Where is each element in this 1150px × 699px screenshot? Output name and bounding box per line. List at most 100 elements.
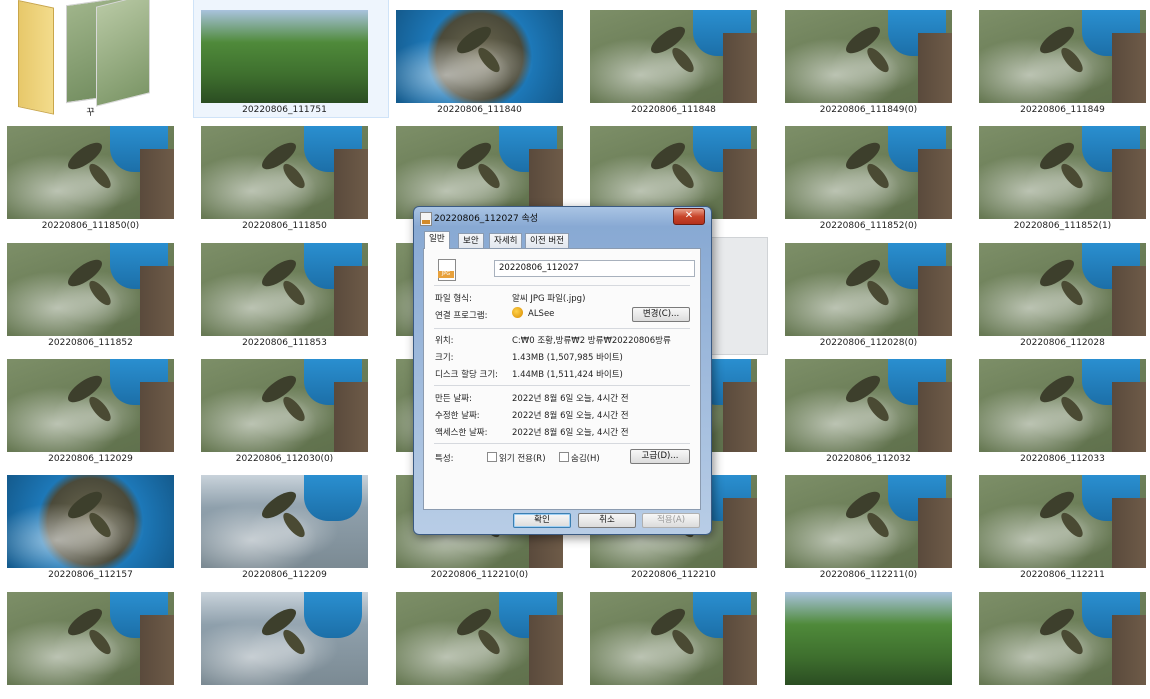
file-item[interactable]	[583, 582, 777, 699]
background-window-edge	[707, 237, 768, 355]
file-name-label: 20220806_112211(0)	[819, 570, 918, 580]
close-button[interactable]: ✕	[673, 208, 705, 225]
file-name-label: 20220806_112210	[631, 570, 716, 580]
hidden-checkbox[interactable]	[559, 452, 569, 462]
file-item[interactable]: 20220806_111853	[194, 233, 388, 350]
tab-details[interactable]: 자세히	[489, 233, 523, 248]
file-name-label: 20220806_111852(0)	[819, 221, 918, 231]
photo-thumbnail	[7, 475, 174, 568]
dialog-titlebar[interactable]: 20220806_112027 속성 ✕	[414, 207, 711, 229]
size-value: 1.43MB (1,507,985 바이트)	[512, 353, 623, 363]
file-item[interactable]: 20220806_111850(0)	[0, 116, 194, 233]
accessed-value: 2022년 8월 6일 오늘, 4시간 전	[512, 428, 629, 438]
file-name-label: 20220806_112209	[242, 570, 327, 580]
file-item[interactable]: 20220806_112030(0)	[194, 349, 388, 466]
photo-thumbnail	[979, 592, 1146, 685]
file-item[interactable]: 20220806_111751	[193, 0, 389, 118]
file-item[interactable]: 20220806_111840	[389, 0, 583, 117]
file-item[interactable]: 20220806_111848	[583, 0, 777, 117]
file-item[interactable]: 20220806_111852(1)	[972, 116, 1150, 233]
photo-thumbnail	[785, 10, 952, 103]
attributes-label: 특성:	[435, 454, 454, 464]
divider	[434, 285, 690, 286]
file-name-label: 20220806_111853	[242, 338, 327, 348]
file-item[interactable]: 20220806_111850	[194, 116, 388, 233]
file-name-label: 20220806_112211	[1020, 570, 1105, 580]
tab-security[interactable]: 보안	[458, 233, 484, 248]
photo-thumbnail	[7, 359, 174, 452]
file-name-label: 20220806_111849	[1020, 105, 1105, 115]
jpg-file-icon: JPG	[438, 259, 456, 281]
hidden-label: 숨김(H)	[571, 454, 600, 464]
photo-thumbnail	[396, 592, 563, 685]
photo-thumbnail	[785, 243, 952, 336]
type-value: 알씨 JPG 파일(.jpg)	[512, 294, 586, 304]
file-item[interactable]	[0, 582, 194, 699]
opens-with-label: 연결 프로그램:	[435, 311, 488, 321]
cancel-button[interactable]: 취소	[578, 513, 636, 528]
readonly-checkbox[interactable]	[487, 452, 497, 462]
photo-thumbnail	[201, 10, 368, 103]
change-button[interactable]: 변경(C)...	[632, 307, 690, 322]
created-label: 만든 날짜:	[435, 394, 472, 404]
photo-thumbnail	[979, 10, 1146, 103]
properties-dialog: 20220806_112027 속성 ✕ 일반 보안 자세히 이전 버전 JPG…	[413, 206, 712, 535]
location-label: 위치:	[435, 336, 454, 346]
file-item[interactable]: 20220806_112211	[972, 465, 1150, 582]
modified-value: 2022년 8월 6일 오늘, 4시간 전	[512, 411, 629, 421]
file-name-label: 20220806_111849(0)	[819, 105, 918, 115]
file-item[interactable]: 20220806_112028	[972, 233, 1150, 350]
photo-thumbnail	[979, 359, 1146, 452]
file-item[interactable]: 20220806_111852	[0, 233, 194, 350]
file-name-label: 20220806_112032	[826, 454, 911, 464]
file-item[interactable]: 20220806_112211(0)	[778, 465, 972, 582]
file-name-label: 20220806_111850(0)	[41, 221, 140, 231]
tab-general[interactable]: 일반	[424, 231, 450, 249]
accessed-label: 액세스한 날짜:	[435, 428, 488, 438]
file-name-label: 20220806_111751	[242, 105, 327, 115]
ok-button[interactable]: 확인	[513, 513, 571, 528]
file-name-field[interactable]	[494, 260, 695, 277]
file-item[interactable]: 20220806_112028(0)	[778, 233, 972, 350]
disk-size-label: 디스크 할당 크기:	[435, 370, 499, 380]
file-item[interactable]: 20220806_112157	[0, 465, 194, 582]
file-item[interactable]	[778, 582, 972, 699]
file-name-label: 20220806_112030(0)	[235, 454, 334, 464]
divider	[434, 385, 690, 386]
photo-thumbnail	[201, 243, 368, 336]
advanced-button[interactable]: 고급(D)...	[630, 449, 690, 464]
photo-thumbnail	[7, 126, 174, 219]
photo-thumbnail	[590, 592, 757, 685]
photo-thumbnail	[396, 10, 563, 103]
file-item[interactable]: 20220806_112033	[972, 349, 1150, 466]
photo-thumbnail	[979, 475, 1146, 568]
photo-thumbnail	[785, 475, 952, 568]
location-value: C:₩0 조황,방류₩2 방류₩20220806방류	[512, 336, 671, 346]
tab-previous-versions[interactable]: 이전 버전	[525, 233, 569, 248]
disk-size-value: 1.44MB (1,511,424 바이트)	[512, 370, 623, 380]
file-item[interactable]	[389, 582, 583, 699]
file-item[interactable]: 20220806_112029	[0, 349, 194, 466]
file-name-label: 20220806_111852(1)	[1013, 221, 1112, 231]
file-item[interactable]	[972, 582, 1150, 699]
file-item[interactable]: 20220806_111849(0)	[778, 0, 972, 117]
file-item[interactable]: 20220806_112032	[778, 349, 972, 466]
file-name-label: 20220806_111848	[631, 105, 716, 115]
photo-thumbnail	[785, 592, 952, 685]
photo-thumbnail	[201, 592, 368, 685]
file-item[interactable]: 20220806_112209	[194, 465, 388, 582]
divider	[434, 443, 690, 444]
file-item[interactable]: 20220806_111849	[972, 0, 1150, 117]
folder-item[interactable]: 꾸	[0, 0, 194, 118]
photo-thumbnail	[7, 243, 174, 336]
photo-thumbnail	[590, 10, 757, 103]
file-item[interactable]: 20220806_111852(0)	[778, 116, 972, 233]
alsee-app-icon	[512, 307, 523, 318]
photo-thumbnail	[201, 475, 368, 568]
apply-button[interactable]: 적용(A)	[642, 513, 700, 528]
folder-icon	[18, 0, 150, 115]
divider	[434, 328, 690, 329]
file-name-label: 20220806_112028(0)	[819, 338, 918, 348]
general-tab-panel: JPG 파일 형식: 알씨 JPG 파일(.jpg) 연결 프로그램: ALSe…	[423, 248, 701, 510]
file-item[interactable]	[194, 582, 388, 699]
